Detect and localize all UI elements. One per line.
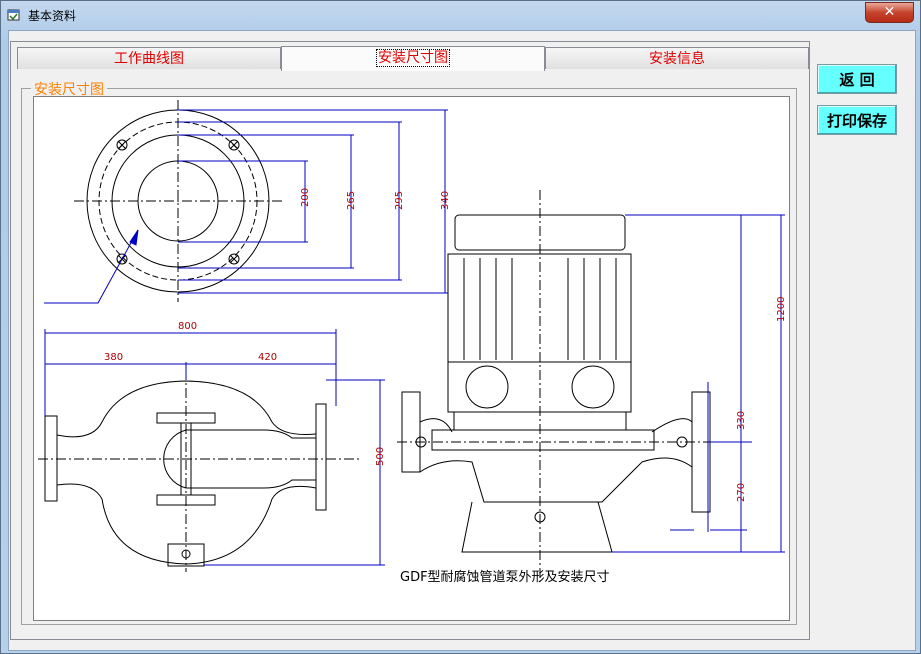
dim-800: 800 bbox=[178, 321, 197, 332]
drawing-caption: GDF型耐腐蚀管道泵外形及安装尺寸 bbox=[400, 570, 610, 585]
installation-drawing: 200 265 295 340 800 380 420 500 1200 330… bbox=[33, 96, 790, 621]
dim-330: 330 bbox=[736, 411, 747, 430]
dim-200: 200 bbox=[300, 188, 311, 207]
dim-500: 500 bbox=[375, 447, 386, 466]
tab-work-curve[interactable]: 工作曲线图 bbox=[17, 47, 281, 69]
dim-340: 340 bbox=[440, 191, 451, 210]
print-save-button[interactable]: 打印保存 bbox=[817, 105, 897, 135]
dim-1200: 1200 bbox=[776, 297, 787, 322]
window: 基本资料 ✕ 工作曲线图 安装尺寸图 安装信息 安装尺寸图 200 265 29… bbox=[0, 0, 921, 654]
window-title: 基本资料 bbox=[28, 9, 77, 23]
tab-install-dimensions[interactable]: 安装尺寸图 bbox=[281, 46, 545, 71]
dim-295: 295 bbox=[394, 191, 405, 210]
drawing-canvas: 200 265 295 340 800 380 420 500 1200 330… bbox=[38, 100, 787, 585]
bolt-leader bbox=[44, 229, 139, 304]
flange-view bbox=[74, 100, 282, 302]
close-button[interactable]: ✕ bbox=[865, 2, 914, 23]
dim-420: 420 bbox=[258, 352, 277, 363]
side-dim-lines bbox=[612, 214, 785, 553]
dim-265: 265 bbox=[346, 191, 357, 210]
tab-install-info[interactable]: 安装信息 bbox=[545, 47, 809, 69]
title-bar[interactable]: 基本资料 ✕ bbox=[1, 1, 920, 29]
close-icon: ✕ bbox=[883, 4, 896, 20]
pump-side-view bbox=[397, 190, 750, 582]
pump-plan-view bbox=[38, 370, 362, 572]
app-icon bbox=[7, 9, 20, 21]
dim-380: 380 bbox=[104, 352, 123, 363]
dim-270: 270 bbox=[736, 483, 747, 502]
plan-dim-lines bbox=[44, 329, 385, 566]
back-button[interactable]: 返 回 bbox=[817, 64, 897, 94]
